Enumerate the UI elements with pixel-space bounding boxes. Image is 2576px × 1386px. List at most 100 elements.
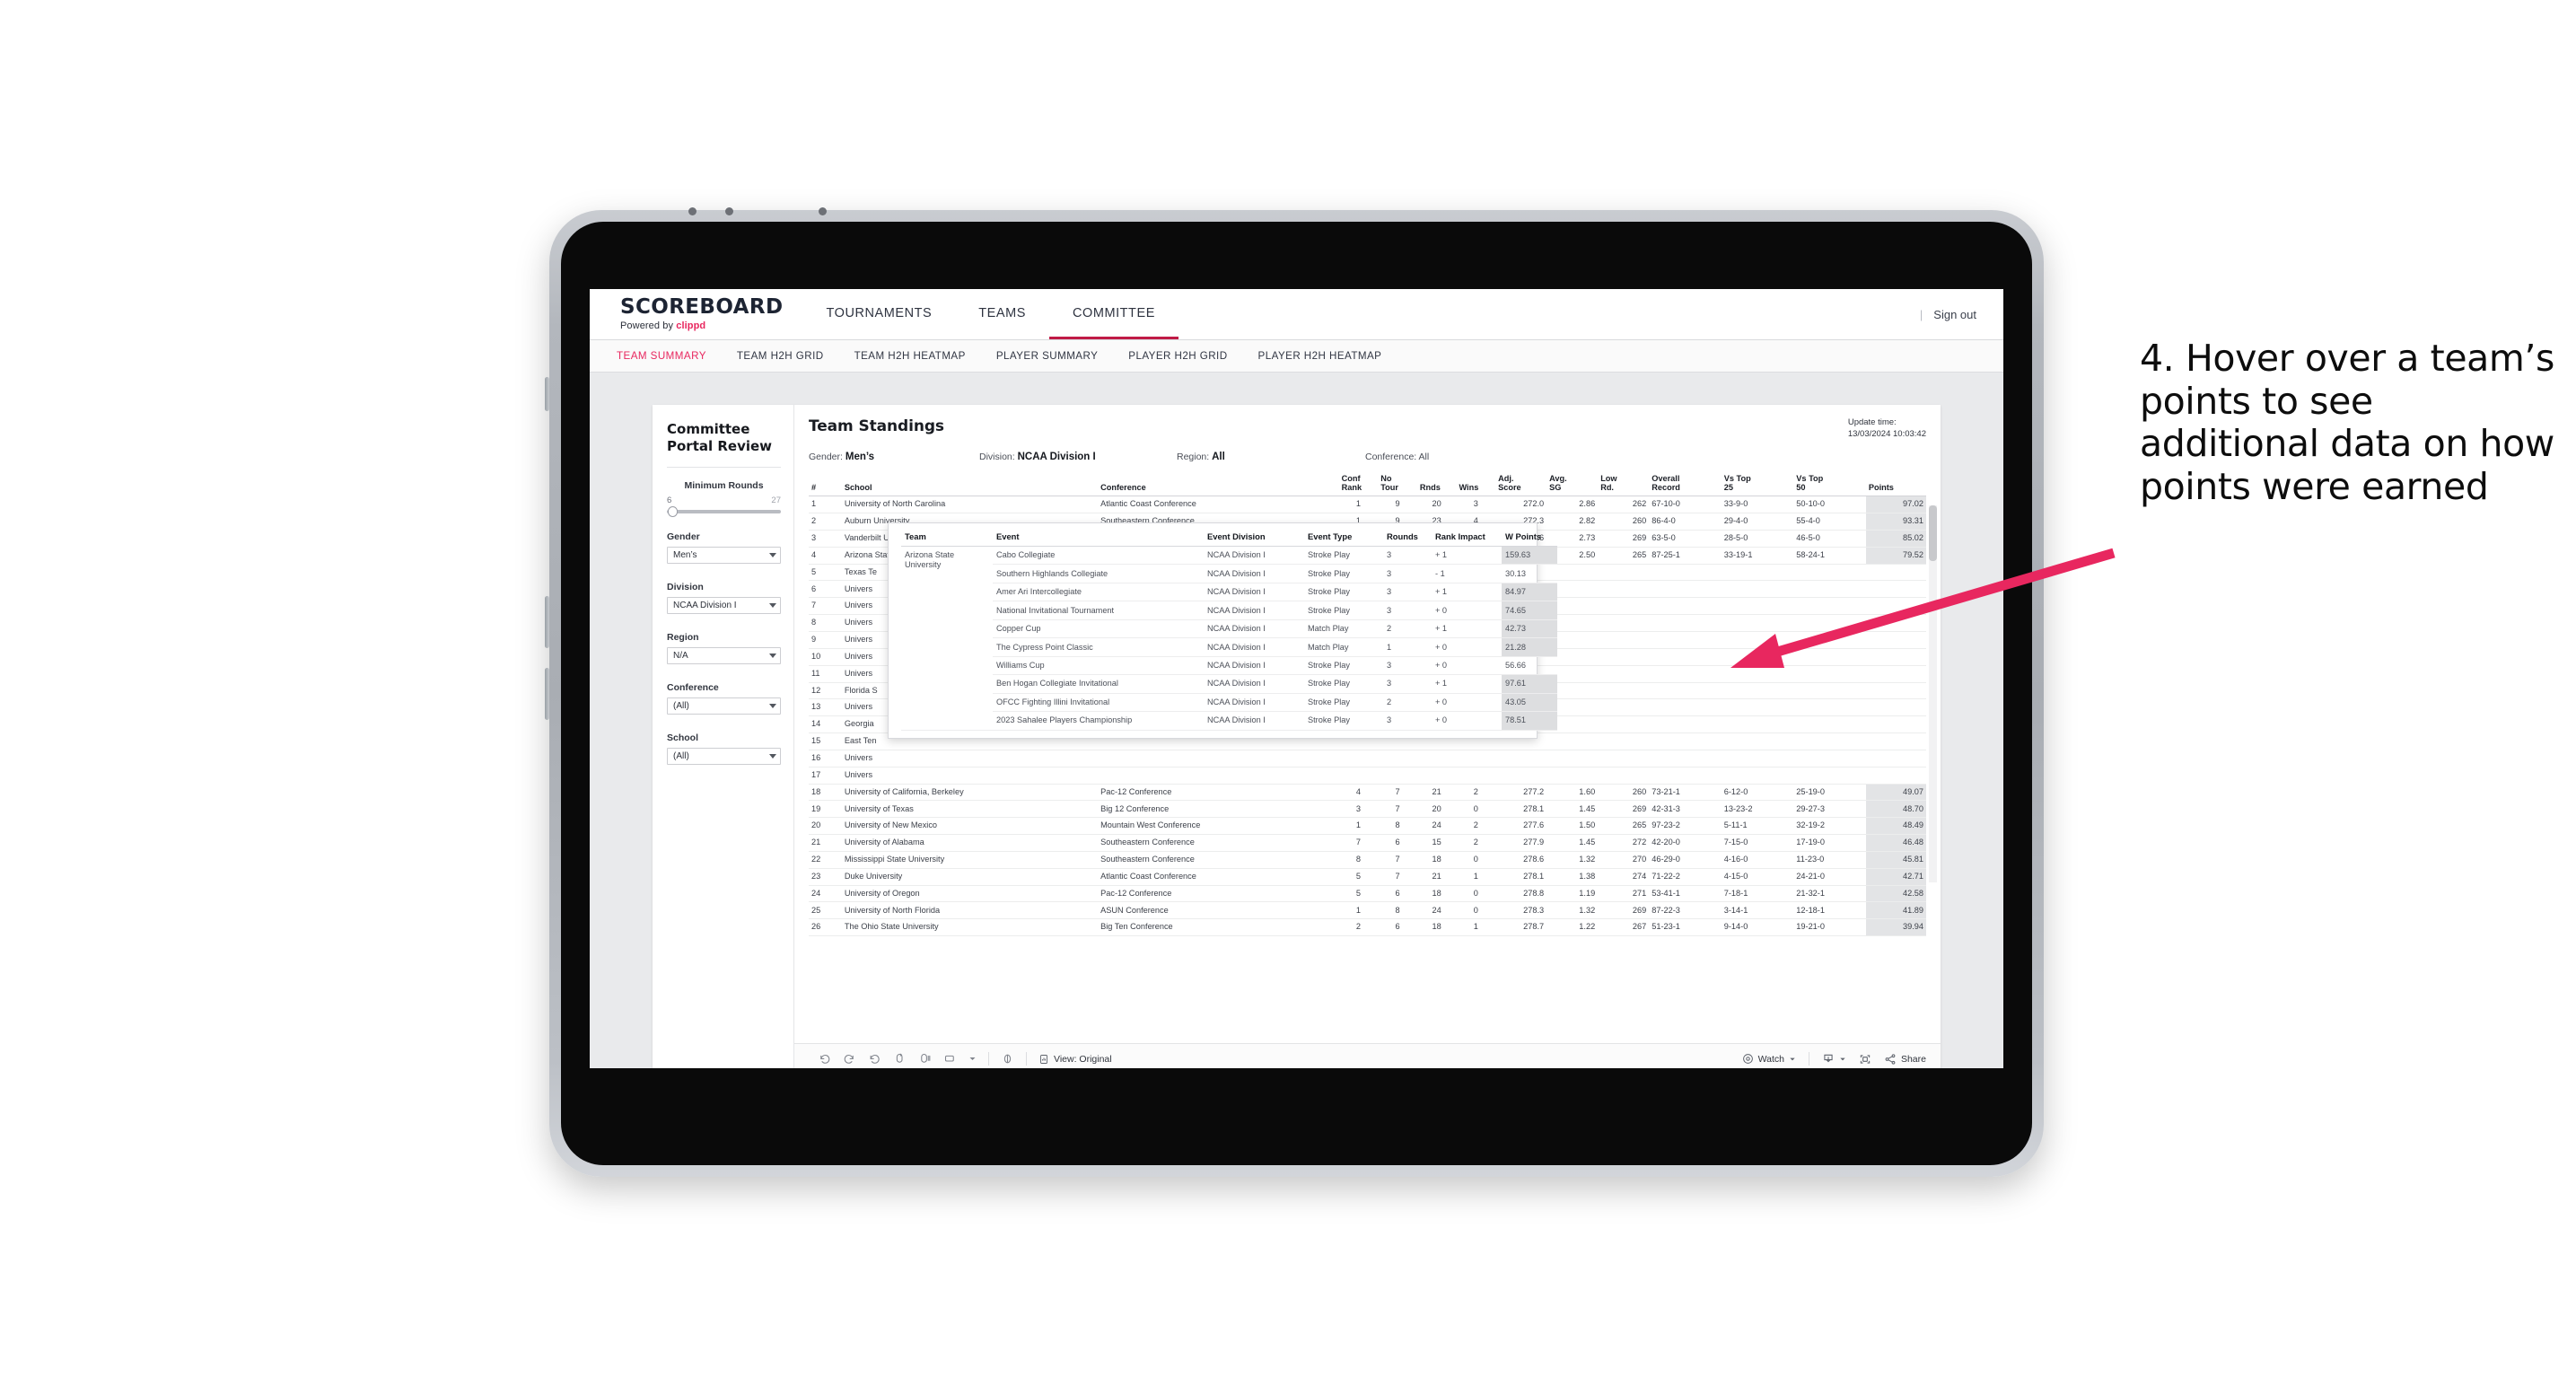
col-overall[interactable]: Overall Record: [1649, 473, 1722, 497]
row-points[interactable]: [1865, 732, 1926, 750]
tooltip-rank-impact: + 0: [1432, 637, 1502, 657]
row-points[interactable]: 46.48: [1865, 834, 1926, 852]
row-vs-top-50: [1793, 732, 1866, 750]
redo-icon[interactable]: [843, 1052, 856, 1066]
row-vs-top-50: 17-19-0: [1793, 834, 1866, 852]
row-points[interactable]: [1865, 767, 1926, 785]
conference-select[interactable]: (All): [667, 697, 781, 715]
table-row[interactable]: 19 University of Texas Big 12 Conference 3 7…: [809, 800, 1926, 819]
pause-icon[interactable]: [918, 1052, 932, 1066]
col-adj-score[interactable]: Adj. Score: [1495, 473, 1547, 497]
subnav-item-team-summary[interactable]: TEAM SUMMARY: [617, 350, 706, 362]
subnav-item-team-h2h-grid[interactable]: TEAM H2H GRID: [737, 350, 824, 362]
tablet-volume-up-button[interactable]: [545, 596, 549, 648]
col-conf-rank[interactable]: Conf Rank: [1338, 473, 1379, 497]
minimum-rounds-slider-handle[interactable]: [668, 505, 678, 517]
row-points[interactable]: 41.89: [1865, 901, 1926, 920]
rectangle-select-icon[interactable]: [943, 1052, 957, 1066]
chevron-down-icon[interactable]: [968, 1055, 977, 1063]
col-points[interactable]: Points: [1865, 473, 1926, 497]
row-rank: 20: [809, 817, 842, 836]
nav-item-tournaments[interactable]: TOURNAMENTS: [803, 289, 956, 339]
col-rank[interactable]: #: [809, 473, 842, 497]
row-rnds: 15: [1416, 834, 1457, 852]
row-points[interactable]: 45.81: [1865, 851, 1926, 869]
refresh-icon[interactable]: [893, 1052, 907, 1066]
table-row[interactable]: 23 Duke University Atlantic Coast Conferen…: [809, 868, 1926, 886]
view-original-button[interactable]: View: Original: [1038, 1054, 1112, 1065]
chevron-down-icon: [769, 703, 776, 708]
row-points[interactable]: 93.31: [1865, 513, 1926, 531]
row-points[interactable]: [1865, 698, 1926, 717]
tooltip-col-w-points: W Points: [1502, 531, 1557, 547]
row-points[interactable]: 42.58: [1865, 885, 1926, 903]
row-points[interactable]: 49.07: [1865, 784, 1926, 802]
tooltip-event-division: NCAA Division I: [1204, 656, 1304, 676]
device-layout-icon[interactable]: [1001, 1052, 1014, 1066]
col-low-rd[interactable]: Low Rd.: [1598, 473, 1650, 497]
watch-button[interactable]: Watch: [1742, 1053, 1796, 1065]
subnav-item-player-h2h-grid[interactable]: PLAYER H2H GRID: [1128, 350, 1227, 362]
nav-item-committee[interactable]: COMMITTEE: [1048, 289, 1178, 339]
subnav-item-team-h2h-heatmap[interactable]: TEAM H2H HEATMAP: [854, 350, 966, 362]
row-points[interactable]: 85.02: [1865, 530, 1926, 548]
row-conference: Southeastern Conference: [1098, 851, 1339, 869]
row-low-rd: [1598, 580, 1650, 599]
table-row[interactable]: 21 University of Alabama Southeastern Conf…: [809, 834, 1926, 852]
applied-filter-division-value: NCAA Division I: [1017, 451, 1096, 462]
table-row[interactable]: 25 University of North Florida ASUN Confer…: [809, 901, 1926, 920]
row-points[interactable]: [1865, 682, 1926, 700]
school-select[interactable]: (All): [667, 747, 781, 765]
tablet-volume-down-button[interactable]: [545, 668, 549, 720]
division-select[interactable]: NCAA Division I: [667, 596, 781, 614]
tooltip-event: Amer Ari Intercollegiate: [993, 583, 1204, 602]
row-points[interactable]: 48.70: [1865, 800, 1926, 819]
gender-select[interactable]: Men’s: [667, 546, 781, 564]
col-vs-top-25[interactable]: Vs Top 25: [1721, 473, 1794, 497]
col-avg-sg[interactable]: Avg. SG: [1546, 473, 1599, 497]
minimum-rounds-max: 27: [771, 495, 781, 505]
col-wins[interactable]: Wins: [1456, 473, 1496, 497]
share-button[interactable]: Share: [1884, 1053, 1926, 1066]
undo-icon[interactable]: [818, 1052, 831, 1066]
col-vs-top-50[interactable]: Vs Top 50: [1793, 473, 1866, 497]
nav-item-teams[interactable]: TEAMS: [955, 289, 1049, 339]
table-row[interactable]: 1 University of North Carolina Atlantic Co…: [809, 496, 1926, 514]
subnav-item-player-summary[interactable]: PLAYER SUMMARY: [996, 350, 1098, 362]
table-row[interactable]: 26 The Ohio State University Big Ten Confe…: [809, 918, 1926, 937]
row-school: University of North Florida: [841, 901, 1099, 920]
region-select[interactable]: N/A: [667, 646, 781, 664]
table-row[interactable]: 18 University of California, Berkeley Pac-…: [809, 784, 1926, 802]
brand-logo[interactable]: SCOREBOARD Powered by clippd: [590, 289, 803, 339]
tooltip-col-team: Team: [901, 531, 993, 547]
fullscreen-icon[interactable]: [1859, 1053, 1871, 1066]
minimum-rounds-slider[interactable]: [667, 505, 781, 517]
row-rnds: 18: [1416, 918, 1457, 937]
download-button[interactable]: [1822, 1053, 1846, 1066]
col-rnds[interactable]: Rnds: [1416, 473, 1457, 497]
tooltip-row: The Cypress Point Classic NCAA Division I…: [901, 637, 1557, 657]
view-original-label: View: Original: [1054, 1053, 1112, 1065]
col-school[interactable]: School: [841, 473, 1099, 497]
tablet-power-button[interactable]: [545, 377, 549, 411]
table-row[interactable]: 17 Univers: [809, 767, 1926, 785]
row-points[interactable]: 42.71: [1865, 868, 1926, 886]
tooltip-rounds: 3: [1383, 674, 1432, 694]
row-points[interactable]: 97.02: [1865, 496, 1926, 514]
row-wins: 3: [1456, 496, 1496, 514]
row-points[interactable]: 39.94: [1865, 918, 1926, 937]
table-row[interactable]: 20 University of New Mexico Mountain West …: [809, 817, 1926, 836]
tooltip-event-type: Stroke Play: [1304, 693, 1383, 713]
col-no-tour[interactable]: No Tour: [1378, 473, 1417, 497]
subnav-item-player-h2h-heatmap[interactable]: PLAYER H2H HEATMAP: [1258, 350, 1382, 362]
table-row[interactable]: 16 Univers: [809, 750, 1926, 768]
table-row[interactable]: 22 Mississippi State University Southeaste…: [809, 851, 1926, 869]
row-points[interactable]: [1865, 750, 1926, 768]
table-row[interactable]: 24 University of Oregon Pac-12 Conference 5…: [809, 885, 1926, 903]
row-points[interactable]: 48.49: [1865, 817, 1926, 836]
sign-out-link[interactable]: Sign out: [1933, 308, 1976, 321]
row-points[interactable]: [1865, 715, 1926, 734]
col-conference[interactable]: Conference: [1098, 473, 1339, 497]
school-select-value: (All): [673, 750, 689, 761]
revert-icon[interactable]: [868, 1052, 881, 1066]
